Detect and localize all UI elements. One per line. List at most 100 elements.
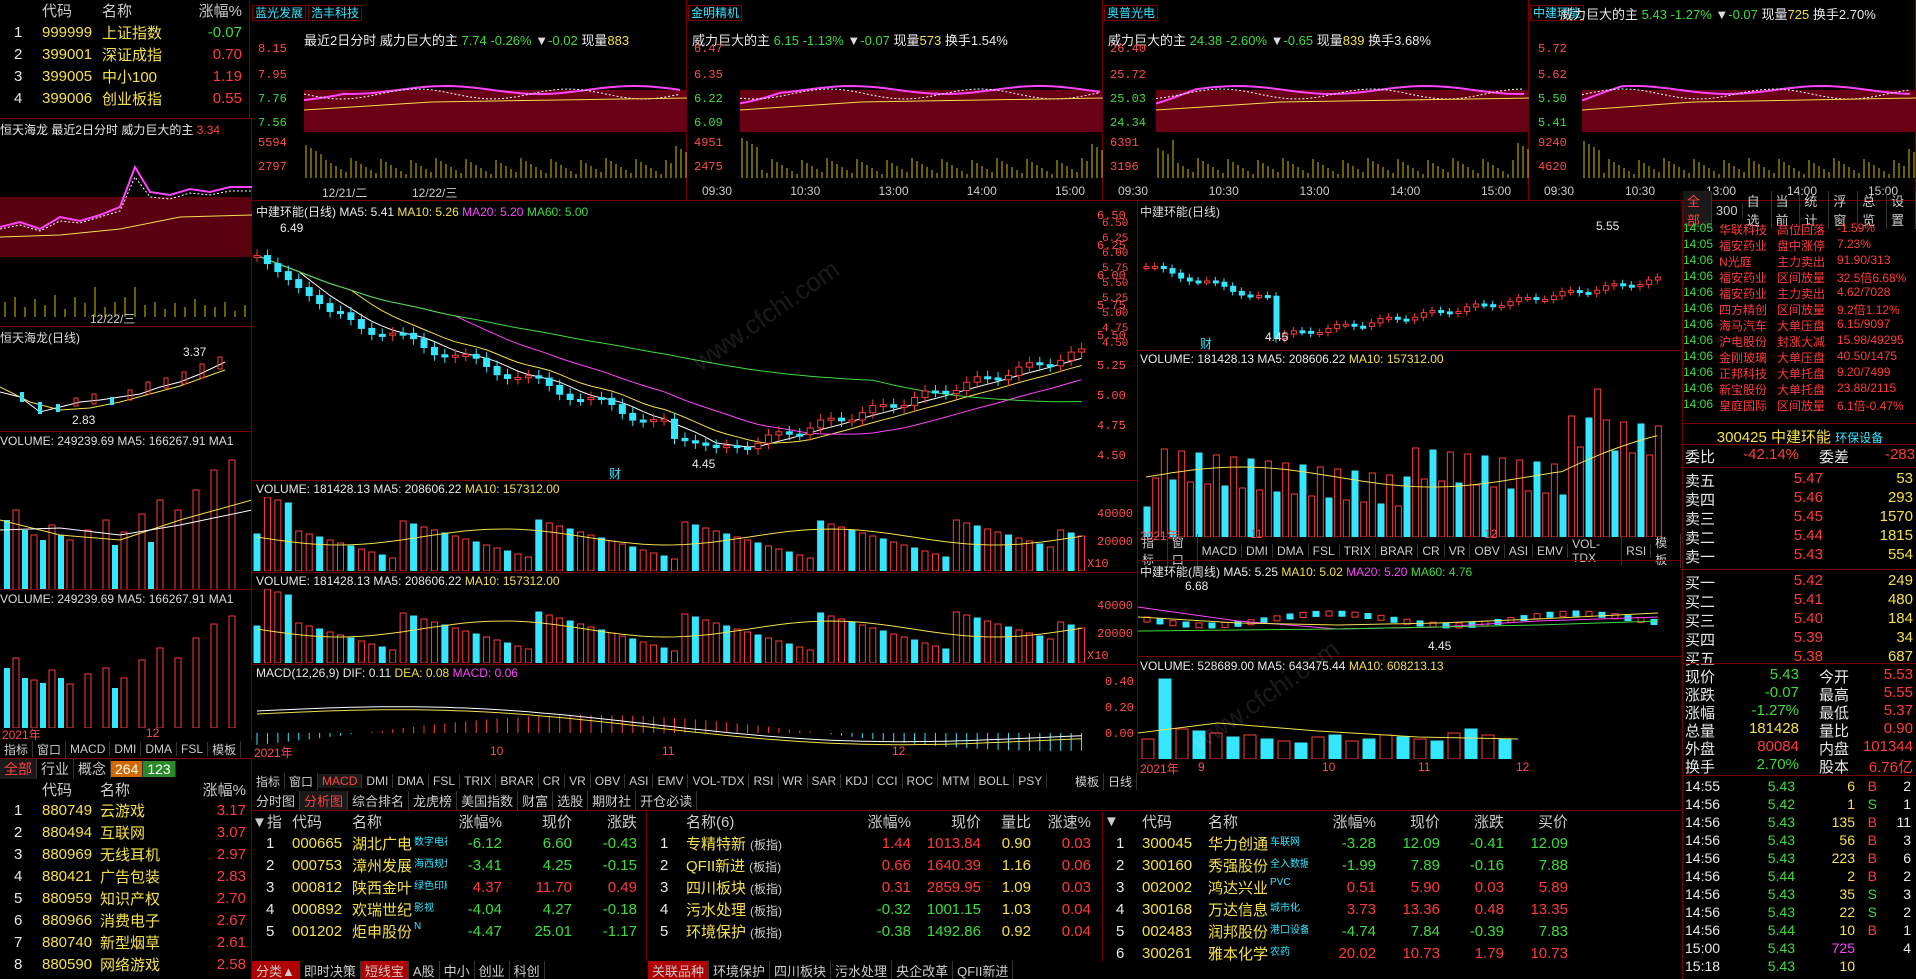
stock-filter-tab[interactable]: 中小 <box>440 961 475 979</box>
tab-industry[interactable]: 行业 <box>37 758 74 779</box>
flash-row[interactable]: 14:06 四方精创 区间放量 9.2倍1.12% <box>1683 301 1916 318</box>
stock-filter-tab[interactable]: 分类▲ <box>252 961 300 979</box>
indicator-tab[interactable]: CCI <box>873 774 903 788</box>
intraday-panel[interactable]: 中建环能 威力巨大的主 5.43 -1.27% ▼-0.07 现量725 换手2.… <box>1530 0 1916 200</box>
sector-row[interactable]: 2 880494 互联网 3.07 <box>0 822 246 843</box>
sector-row[interactable]: 5 880959 知识产权 2.70 <box>0 888 246 909</box>
index-row[interactable]: 3 399005 中小100 1.19 <box>0 66 242 87</box>
indicator-tab[interactable]: VR <box>565 774 591 788</box>
buys-row[interactable]: 买四 5.39 34 <box>1683 629 1916 650</box>
indicator-tab[interactable]: MTM <box>938 774 975 788</box>
index-table-row[interactable]: 2 QFII新进 (板指) 0.66 1640.39 1.16 0.06 <box>648 855 1091 876</box>
buy-table-row[interactable]: 2 300160 秀强股份 全入数据 -1.99 7.89 -0.16 7.88 <box>1104 855 1568 876</box>
stock-tag[interactable]: 蓝光发展 <box>252 5 307 21</box>
bottom-tab[interactable]: 分时图 <box>252 790 301 810</box>
indicator-tab[interactable]: TRIX <box>1340 544 1376 558</box>
stock-row[interactable]: 1000665湖北广电数字电视-6.126.60-0.43 <box>252 833 637 854</box>
sells-row[interactable]: 卖四 5.46 293 <box>1683 489 1916 510</box>
sector-row[interactable]: 1 880749 云游戏 3.17 <box>0 800 246 821</box>
indicator-tab[interactable]: ASI <box>1505 544 1534 558</box>
mini-kline-chart[interactable]: 恒天海龙(日线) 3.37 2.83 <box>0 326 252 431</box>
indicator-tab[interactable]: MACD <box>1198 544 1242 558</box>
tab-indicator[interactable]: 指标 <box>0 740 34 758</box>
indicator-tab[interactable]: RSI <box>749 774 779 788</box>
index-row[interactable]: 1 999999 上证指数 -0.07 <box>0 22 242 43</box>
stock-row[interactable]: 4 000892 欢瑞世纪 影视 -4.04 4.27 -0.18 <box>252 899 637 920</box>
bottom-tab[interactable]: 综合排名 <box>348 790 410 810</box>
bottom-tab[interactable]: 期财社 <box>588 790 637 810</box>
indicator-tab[interactable]: FSL <box>429 774 461 788</box>
buy-table-row[interactable]: 6 300261 雅本化学 农药 20.02 10.73 1.79 10.73 <box>1104 943 1568 964</box>
buys-row[interactable]: 买一 5.42 249 <box>1683 572 1916 593</box>
col-chg[interactable]: 涨幅% <box>180 0 242 21</box>
stock-filter-tab[interactable]: 科创 <box>510 961 545 979</box>
sector-row[interactable]: 3 880969 无线耳机 2.97 <box>0 844 246 865</box>
stock-filter-tab[interactable]: 短线宝 <box>360 961 409 979</box>
indicator-tab[interactable]: VR <box>1445 544 1471 558</box>
index-table-row[interactable]: 4 污水处理 (板指) -0.32 1001.15 1.03 0.04 <box>648 899 1091 920</box>
flash-row[interactable]: 14:06 福安药业 区间放量 32.5倍6.68% <box>1683 269 1916 286</box>
indicator-tab[interactable]: EMV <box>1533 544 1569 558</box>
related-tab[interactable]: QFII新进 <box>953 961 1014 979</box>
sells-row[interactable]: 卖一 5.43 554 <box>1683 546 1916 567</box>
flash-row[interactable]: 14:05 华联科技 高位回落 -1.59% <box>1683 221 1916 238</box>
stock-filter-tab[interactable]: 即时决策 <box>300 961 361 979</box>
mini-volume-chart-2[interactable]: VOLUME: 249239.69 MA5: 166267.91 MA1 202… <box>0 589 252 741</box>
flash-row[interactable]: 14:05 福安药业 盘中涨停 7.23% <box>1683 237 1916 254</box>
sector-row[interactable]: 7 880740 新型烟草 2.61 <box>0 932 246 953</box>
tab-all-sectors[interactable]: 全部 <box>0 758 37 779</box>
right-volume-panel[interactable]: VOLUME: 181428.13 MA5: 208606.22 MA10: 1… <box>1138 350 1681 543</box>
flash-row[interactable]: 14:06 海马汽车 大单压盘 6.15/9097 <box>1683 317 1916 334</box>
sells-row[interactable]: 卖五 5.47 53 <box>1683 470 1916 491</box>
tab-concept[interactable]: 概念 <box>74 758 111 779</box>
right-week-panel[interactable]: 中建环能(周线) MA5: 5.25 MA10: 5.02 MA20: 5.20… <box>1138 560 1681 656</box>
buys-row[interactable]: 买二 5.41 480 <box>1683 591 1916 612</box>
right-tab[interactable]: 模板 <box>1071 772 1104 790</box>
indicator-tab[interactable]: MACD <box>318 774 363 788</box>
intraday-panel[interactable]: 蓝光发展 浩丰科技 最近2日分时 威力巨大的主 7.74 -0.26% ▼-0.02… <box>252 0 687 200</box>
bottom-tab[interactable]: 选股 <box>553 790 589 810</box>
indicator-tab[interactable]: SAR <box>808 774 842 788</box>
bottom-tab[interactable]: 开仓必读 <box>636 790 698 810</box>
flash-row[interactable]: 14:06 金刚玻璃 大单压盘 40.50/1475 <box>1683 349 1916 366</box>
indicator-tab[interactable]: DMA <box>393 774 430 788</box>
indicator-tab[interactable]: PSY <box>1014 774 1048 788</box>
main-volume-panel-2[interactable]: VOLUME: 181428.13 MA5: 208606.22 MA10: 1… <box>252 572 1137 664</box>
buy-table-row[interactable]: 5 002483 润邦股份 港口设备 -4.74 7.84 -0.39 7.83 <box>1104 921 1568 942</box>
flash-row[interactable]: 14:06 新宝股份 大单托盘 23.88/2115 <box>1683 381 1916 398</box>
related-tab[interactable]: 四川板块 <box>770 961 832 979</box>
mini-volume-chart-1[interactable]: VOLUME: 249239.69 MA5: 166267.91 MA1 <box>0 431 252 589</box>
index-table-row[interactable]: 5 环境保护 (板指) -0.38 1492.86 0.92 0.04 <box>648 921 1091 942</box>
quote-tab[interactable]: 300 <box>1712 202 1743 218</box>
flash-row[interactable]: 14:06 正邦科技 大单托盘 9.20/7499 <box>1683 365 1916 382</box>
intraday-panel[interactable]: 金明精机 威力巨大的主 6.15 -1.13% ▼-0.07 现量573 换手1.… <box>688 0 1103 200</box>
index-table-row[interactable]: 3 四川板块 (板指) 0.31 2859.95 1.09 0.03 <box>648 877 1091 898</box>
tab-window[interactable]: 窗口 <box>33 740 67 758</box>
related-tab[interactable]: 关联品种 <box>648 961 710 979</box>
sells-row[interactable]: 卖二 5.44 1815 <box>1683 527 1916 548</box>
sector-row[interactable]: 4 880421 广告包装 2.83 <box>0 866 246 887</box>
indicator-tab[interactable]: FSL <box>1309 544 1340 558</box>
indicator-tab[interactable]: ROC <box>903 774 939 788</box>
stock-filter-tab[interactable]: A股 <box>409 961 440 979</box>
indicator-tab[interactable]: OBV <box>1470 544 1505 558</box>
indicator-tab[interactable]: OBV <box>591 774 626 788</box>
stock-row[interactable]: 3000812陕西金叶绿色印刷4.3711.700.49 <box>252 877 637 898</box>
sells-row[interactable]: 卖三 5.45 1570 <box>1683 508 1916 529</box>
indicator-tab[interactable]: DMI <box>362 774 394 788</box>
buys-row[interactable]: 买三 5.40 184 <box>1683 610 1916 631</box>
indicator-tab[interactable]: DMA <box>1273 544 1309 558</box>
related-tab[interactable]: 央企改革 <box>892 961 954 979</box>
indicator-tab[interactable]: BRAR <box>1376 544 1419 558</box>
tab-macd[interactable]: MACD <box>66 742 111 756</box>
quote-sector[interactable]: 环保设备 <box>1835 431 1883 445</box>
main-macd-panel[interactable]: MACD(12,26,9) DIF: 0.11 DEA: 0.08 MACD: … <box>252 664 1137 760</box>
col-code[interactable]: 代码 <box>42 0 102 21</box>
tab-dma[interactable]: DMA <box>141 742 178 756</box>
indicator-tab[interactable]: CR <box>539 774 566 788</box>
indicator-tab[interactable]: WR <box>779 774 808 788</box>
bottom-tab[interactable]: 财富 <box>518 790 554 810</box>
indicator-tab[interactable]: BRAR <box>496 774 539 788</box>
indicator-tab[interactable]: TRIX <box>460 774 497 788</box>
right-tab[interactable]: 日线 <box>1104 772 1137 790</box>
